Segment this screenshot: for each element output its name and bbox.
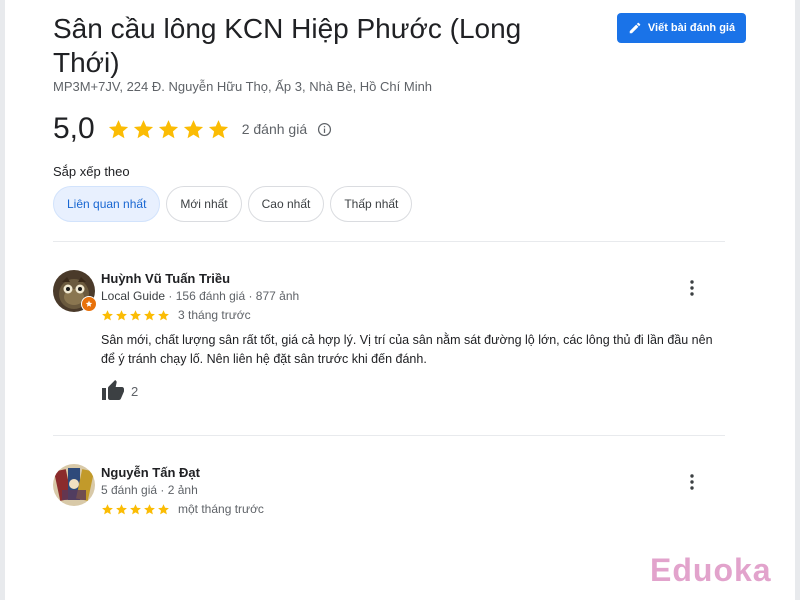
local-guide-badge-icon [81,296,97,312]
reviewer-meta: 5 đánh giá · 2 ảnh [101,483,198,497]
star-icon [102,504,113,515]
star-icon [102,310,113,321]
star-icon [144,504,155,515]
watermark-logo: Eduoka [650,552,772,588]
like-button[interactable]: 2 [101,379,138,403]
sort-options: Liên quan nhất Mới nhất Cao nhất Thấp nh… [53,186,413,222]
rating-stars [107,118,230,141]
write-review-button[interactable]: Viết bài đánh giá [617,13,746,43]
sort-label: Sắp xếp theo [53,164,130,179]
star-icon [183,119,203,138]
sort-chip-lowest[interactable]: Thấp nhất [330,186,413,222]
place-address: MP3M+7JV, 224 Đ. Nguyễn Hữu Thọ, Ấp 3, N… [53,79,433,94]
write-review-label: Viết bài đánh giá [647,22,736,34]
rating-value: 5,0 [53,112,95,145]
star-icon [133,119,153,138]
thumbs-up-icon [102,380,124,400]
review-text: Sân mới, chất lượng sân rất tốt, giá cả … [101,333,713,366]
star-icon [116,504,127,515]
star-icon [158,504,169,515]
star-icon [158,310,169,321]
info-icon[interactable] [317,122,332,137]
sort-chip-relevant[interactable]: Liên quan nhất [53,186,161,222]
reviewer-name[interactable]: Nguyễn Tấn Đạt [101,465,200,480]
avatar-image [53,464,95,506]
review-date: một tháng trước [178,502,264,516]
review-stars [101,309,170,322]
review-card: Huỳnh Vũ Tuấn Triều Local Guide · 156 đá… [53,270,753,410]
reviewer-name[interactable]: Huỳnh Vũ Tuấn Triều [101,271,230,286]
place-title: Sân cầu lông KCN Hiệp Phước (Long Thới) [53,13,522,78]
star-icon [116,310,127,321]
star-icon [208,119,228,138]
star-icon [158,119,178,138]
review-more-button[interactable] [684,276,700,300]
more-vert-icon [690,474,694,490]
review-stars [101,503,170,516]
review-count: 2 đánh giá [241,121,308,137]
like-count: 2 [131,383,139,399]
local-guide-label: Local Guide [101,289,166,303]
pencil-icon [629,22,641,34]
divider [53,435,725,436]
frame-border-right [795,0,800,600]
review-card: Nguyễn Tấn Đạt 5 đánh giá · 2 ảnh một th… [53,464,753,524]
more-vert-icon [690,280,694,296]
sort-chip-newest[interactable]: Mới nhất [166,186,242,222]
rating-summary: 5,0 2 đánh giá [53,112,332,146]
divider [53,241,725,242]
reviewer-meta: Local Guide · 156 đánh giá · 877 ảnh [101,289,300,303]
reviewer-stats: 156 đánh giá · 877 ảnh [175,289,300,303]
star-icon [130,504,141,515]
review-more-button[interactable] [684,470,700,494]
star-icon [144,310,155,321]
review-date: 3 tháng trước [178,308,251,322]
star-icon [108,119,128,138]
reviewer-avatar[interactable] [53,464,95,506]
frame-border-left [0,0,5,600]
sort-chip-highest[interactable]: Cao nhất [247,186,325,222]
star-icon [130,310,141,321]
